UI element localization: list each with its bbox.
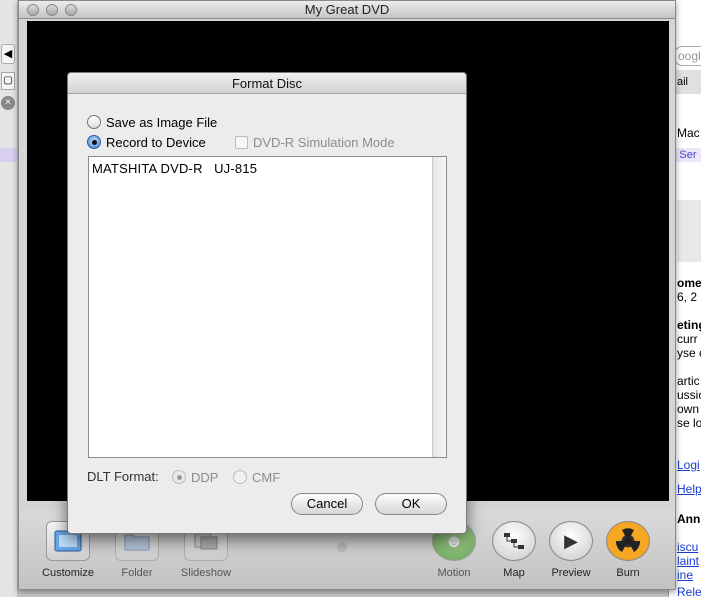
cmf-radio[interactable]: [233, 470, 247, 484]
link-fragment[interactable]: iscu: [677, 540, 698, 554]
record-device-label: Record to Device: [106, 134, 206, 150]
record-device-option[interactable]: Record to Device: [87, 133, 206, 151]
device-list[interactable]: MATSHITA DVD-R UJ-815: [88, 156, 447, 458]
text-fragment: artic: [677, 374, 700, 388]
ddp-option[interactable]: DDP: [172, 468, 218, 486]
window-titlebar: My Great DVD: [19, 1, 675, 19]
link-fragment[interactable]: ine: [677, 568, 693, 582]
ok-button[interactable]: OK: [375, 493, 447, 515]
dlt-format-label: DLT Format:: [87, 469, 159, 484]
desktop: ◀ ▢ × oogle ail Mac & Ser ome 6, 2 eting…: [0, 0, 701, 597]
text-fragment: own: [677, 402, 700, 416]
zoom-window-button[interactable]: [65, 4, 77, 16]
close-tab-icon[interactable]: ×: [1, 96, 15, 110]
simulation-mode-label: DVD-R Simulation Mode: [253, 134, 395, 150]
simulation-mode-option[interactable]: DVD-R Simulation Mode: [235, 133, 395, 151]
record-device-radio[interactable]: [87, 135, 101, 149]
device-list-scrollbar[interactable]: [432, 157, 446, 457]
text-fragment: ome: [677, 276, 701, 290]
text-fragment: yse c: [677, 346, 701, 360]
bookmarks-icon[interactable]: ▢: [1, 72, 15, 90]
text-fragment: 6, 2: [677, 290, 698, 304]
device-list-item[interactable]: MATSHITA DVD-R UJ-815: [89, 157, 446, 180]
close-window-button[interactable]: [27, 4, 39, 16]
text-fragment: eting: [677, 318, 701, 332]
search-field-fragment[interactable]: oogle: [673, 46, 701, 66]
burn-button[interactable]: Burn: [593, 521, 663, 579]
play-icon: ▶: [549, 521, 593, 561]
minimize-window-button[interactable]: [46, 4, 58, 16]
gray-block: [677, 200, 701, 262]
burn-label: Burn: [616, 567, 640, 579]
save-image-radio[interactable]: [87, 115, 101, 129]
text-fragment: Mac: [677, 126, 700, 140]
window-title: My Great DVD: [304, 2, 390, 17]
cancel-button[interactable]: Cancel: [291, 493, 363, 515]
tab-stripe: [0, 148, 17, 162]
text-fragment: ussio: [677, 388, 701, 402]
back-arrow-icon[interactable]: ◀: [1, 44, 15, 64]
background-window-left: ◀ ▢ ×: [0, 0, 18, 597]
text-fragment: curr: [677, 332, 698, 346]
link-fragment[interactable]: Logi: [677, 458, 700, 472]
link-fragment[interactable]: Help: [677, 482, 701, 496]
apple-logo-icon: ●: [335, 533, 350, 560]
map-icon: [492, 521, 536, 561]
cmf-option[interactable]: CMF: [233, 468, 280, 486]
text-fragment: se lo: [677, 416, 701, 430]
ddp-label: DDP: [191, 469, 219, 485]
customize-label: Customize: [42, 567, 94, 579]
burn-icon: [606, 521, 650, 561]
format-disc-dialog: Format Disc Save as Image File Record to…: [67, 72, 467, 534]
dialog-title: Format Disc: [68, 73, 466, 94]
link-fragment[interactable]: laint: [677, 554, 699, 568]
save-image-option[interactable]: Save as Image File: [87, 113, 217, 131]
simulation-mode-checkbox[interactable]: [235, 135, 248, 149]
slideshow-label: Slideshow: [180, 567, 232, 579]
heading-fragment: Ann: [677, 512, 701, 526]
ddp-radio[interactable]: [172, 470, 186, 484]
save-image-label: Save as Image File: [106, 114, 218, 130]
folder-label: Folder: [121, 567, 153, 579]
cmf-label: CMF: [252, 469, 281, 485]
link-fragment[interactable]: Relea: [677, 585, 701, 597]
